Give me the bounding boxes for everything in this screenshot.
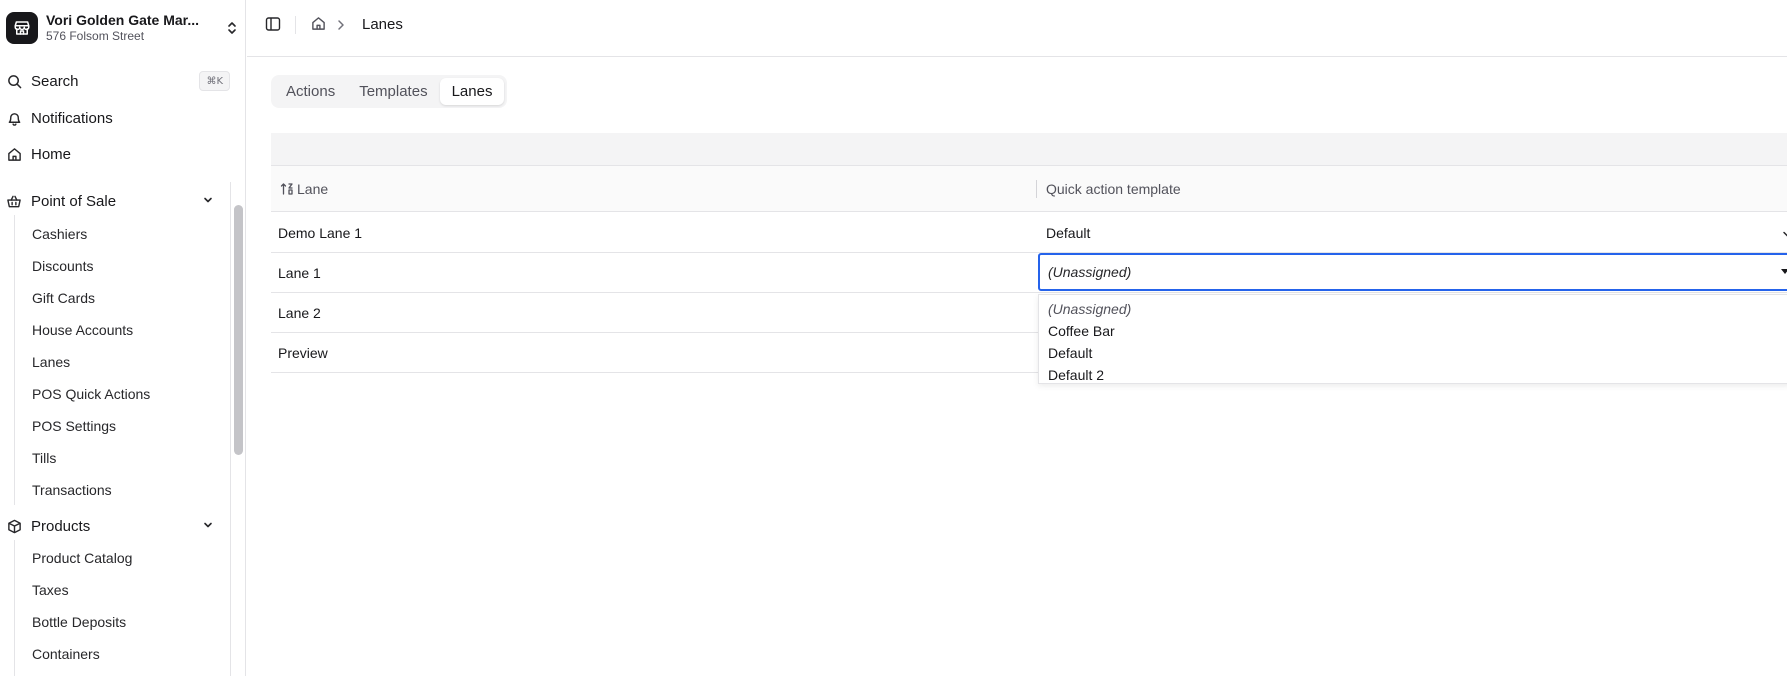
column-divider <box>1036 180 1037 198</box>
store-icon <box>6 12 38 44</box>
sidebar-item-containers[interactable]: Containers <box>32 642 100 666</box>
sidebar-item-product-catalog[interactable]: Product Catalog <box>32 546 132 570</box>
lane-name: Preview <box>278 345 328 361</box>
products-group-label: Products <box>31 517 91 535</box>
sidebar: Vori Golden Gate Mar... 576 Folsom Stree… <box>0 0 246 676</box>
home-label: Home <box>31 145 72 163</box>
pos-group-guide <box>14 215 15 505</box>
basket-icon <box>6 193 22 209</box>
template-select-open[interactable]: (Unassigned) <box>1038 253 1787 291</box>
notifications-label: Notifications <box>31 109 113 127</box>
chevron-down-icon <box>202 193 214 210</box>
breadcrumb-home-icon[interactable] <box>311 16 327 34</box>
dropdown-option-default[interactable]: Default <box>1039 342 1787 364</box>
store-switcher[interactable]: Vori Golden Gate Mar... 576 Folsom Stree… <box>6 8 240 48</box>
pos-group-label: Point of Sale <box>31 192 117 210</box>
sidebar-item-pos-settings[interactable]: POS Settings <box>32 414 116 438</box>
lane-name: Lane 1 <box>278 265 321 281</box>
search-shortcut: ⌘K <box>199 71 230 91</box>
topbar: Lanes <box>247 0 1787 57</box>
sidebar-scrollbar-thumb[interactable] <box>234 205 243 455</box>
sidebar-item-tills[interactable]: Tills <box>32 446 56 470</box>
sidebar-item-gift-cards[interactable]: Gift Cards <box>32 286 95 310</box>
lane-name: Demo Lane 1 <box>278 225 363 241</box>
nav-group-point-of-sale[interactable]: Point of Sale <box>6 187 234 215</box>
sidebar-item-pos-quick-actions[interactable]: POS Quick Actions <box>32 382 150 406</box>
column-header-template[interactable]: Quick action template <box>1046 166 1181 212</box>
header-divider <box>295 16 296 34</box>
sidebar-toggle-icon[interactable] <box>265 16 283 34</box>
sidebar-item-house-accounts[interactable]: House Accounts <box>32 318 133 342</box>
search-icon <box>6 73 22 89</box>
dropdown-option-default-2[interactable]: Default 2 <box>1039 364 1787 386</box>
tab-lanes[interactable]: Lanes <box>439 78 505 105</box>
chevron-down-icon <box>202 518 214 535</box>
bell-icon <box>6 110 22 126</box>
sidebar-item-discounts[interactable]: Discounts <box>32 254 93 278</box>
template-value: Default <box>1046 225 1091 241</box>
lane-name: Lane 2 <box>278 305 321 321</box>
sidebar-item-bottle-deposits[interactable]: Bottle Deposits <box>32 610 126 634</box>
dropdown-option-coffee-bar[interactable]: Coffee Bar <box>1039 320 1787 342</box>
table-toolbar <box>271 133 1787 166</box>
package-icon <box>6 518 22 534</box>
dropdown-option-unassigned[interactable]: (Unassigned) <box>1039 298 1787 320</box>
caret-down-icon <box>1781 269 1787 274</box>
template-select[interactable]: Default <box>1037 213 1787 253</box>
products-group-guide <box>14 540 15 676</box>
column-header-lane[interactable]: Lane <box>280 166 328 212</box>
chevron-right-icon <box>337 18 347 32</box>
store-name: Vori Golden Gate Mar... <box>46 12 199 28</box>
breadcrumb-current: Lanes <box>362 16 403 33</box>
search-label: Search <box>31 72 79 90</box>
sidebar-item-cashiers[interactable]: Cashiers <box>32 222 87 246</box>
sidebar-item-transactions[interactable]: Transactions <box>32 478 112 502</box>
nav-search[interactable]: Search ⌘K <box>6 67 234 95</box>
sidebar-item-taxes[interactable]: Taxes <box>32 578 69 602</box>
column-label-lane: Lane <box>297 181 329 197</box>
table-header: Lane Quick action template <box>271 166 1787 212</box>
template-dropdown-menu: (Unassigned) Coffee Bar Default Default … <box>1038 294 1787 384</box>
sidebar-item-lanes[interactable]: Lanes <box>32 350 70 374</box>
nav-home[interactable]: Home <box>6 140 234 168</box>
nav-notifications[interactable]: Notifications <box>6 104 234 132</box>
store-address: 576 Folsom Street <box>46 29 145 43</box>
tab-actions[interactable]: Actions <box>274 78 347 105</box>
chevrons-up-down-icon <box>224 18 240 38</box>
tab-list: Actions Templates Lanes <box>271 75 508 108</box>
home-icon <box>6 146 22 162</box>
tab-templates[interactable]: Templates <box>347 78 439 105</box>
table-row: Demo Lane 1 Default <box>271 213 1787 253</box>
nav-group-products[interactable]: Products <box>6 512 234 540</box>
select-current-value: (Unassigned) <box>1048 264 1132 280</box>
sort-icon <box>280 182 294 196</box>
chevron-down-icon <box>1781 227 1787 243</box>
